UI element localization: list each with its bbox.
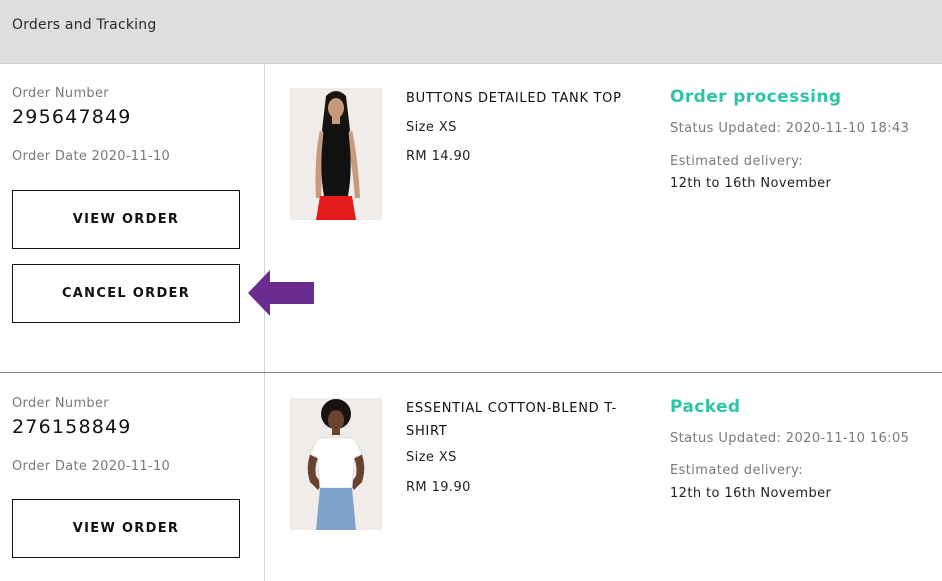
product-price: RM 19.90	[406, 480, 471, 495]
white-tshirt-model-photo-icon	[290, 398, 382, 530]
product-size: Size XS	[406, 450, 457, 465]
view-order-button[interactable]: VIEW ORDER	[12, 190, 240, 249]
order-number-label: Order Number	[12, 86, 109, 101]
order-number-label: Order Number	[12, 396, 109, 411]
view-order-button[interactable]: VIEW ORDER	[12, 499, 240, 558]
cancel-order-button[interactable]: CANCEL ORDER	[12, 264, 240, 323]
order-summary: Order Number 295647849 Order Date 2020-1…	[0, 64, 265, 372]
arrow-left-icon	[248, 270, 314, 316]
product-price: RM 14.90	[406, 149, 471, 164]
order-status: Packed	[670, 397, 741, 417]
product-name[interactable]: ESSENTIAL COTTON-BLEND T-SHIRT	[406, 397, 636, 443]
product-image[interactable]	[290, 88, 382, 220]
product-name[interactable]: BUTTONS DETAILED TANK TOP	[406, 87, 636, 110]
product-image[interactable]	[290, 398, 382, 530]
order-date: Order Date 2020-11-10	[12, 459, 171, 474]
order-card: Order Number 295647849 Order Date 2020-1…	[0, 64, 942, 372]
order-summary: Order Number 276158849 Order Date 2020-1…	[0, 373, 265, 581]
black-tank-top-model-photo-icon	[290, 88, 382, 220]
order-card: Order Number 276158849 Order Date 2020-1…	[0, 372, 942, 581]
product-size: Size XS	[406, 120, 457, 135]
order-date: Order Date 2020-11-10	[12, 149, 171, 164]
estimated-delivery-label: Estimated delivery:	[670, 463, 804, 478]
order-status: Order processing	[670, 87, 842, 107]
order-number: 295647849	[12, 106, 132, 128]
status-updated: Status Updated: 2020-11-10 18:43	[670, 121, 910, 136]
status-updated: Status Updated: 2020-11-10 16:05	[670, 431, 910, 446]
estimated-delivery-value: 12th to 16th November	[670, 176, 832, 191]
order-number: 276158849	[12, 416, 132, 438]
page-header: Orders and Tracking	[0, 0, 942, 64]
estimated-delivery-label: Estimated delivery:	[670, 154, 804, 169]
page-title: Orders and Tracking	[12, 17, 157, 33]
estimated-delivery-value: 12th to 16th November	[670, 486, 832, 501]
